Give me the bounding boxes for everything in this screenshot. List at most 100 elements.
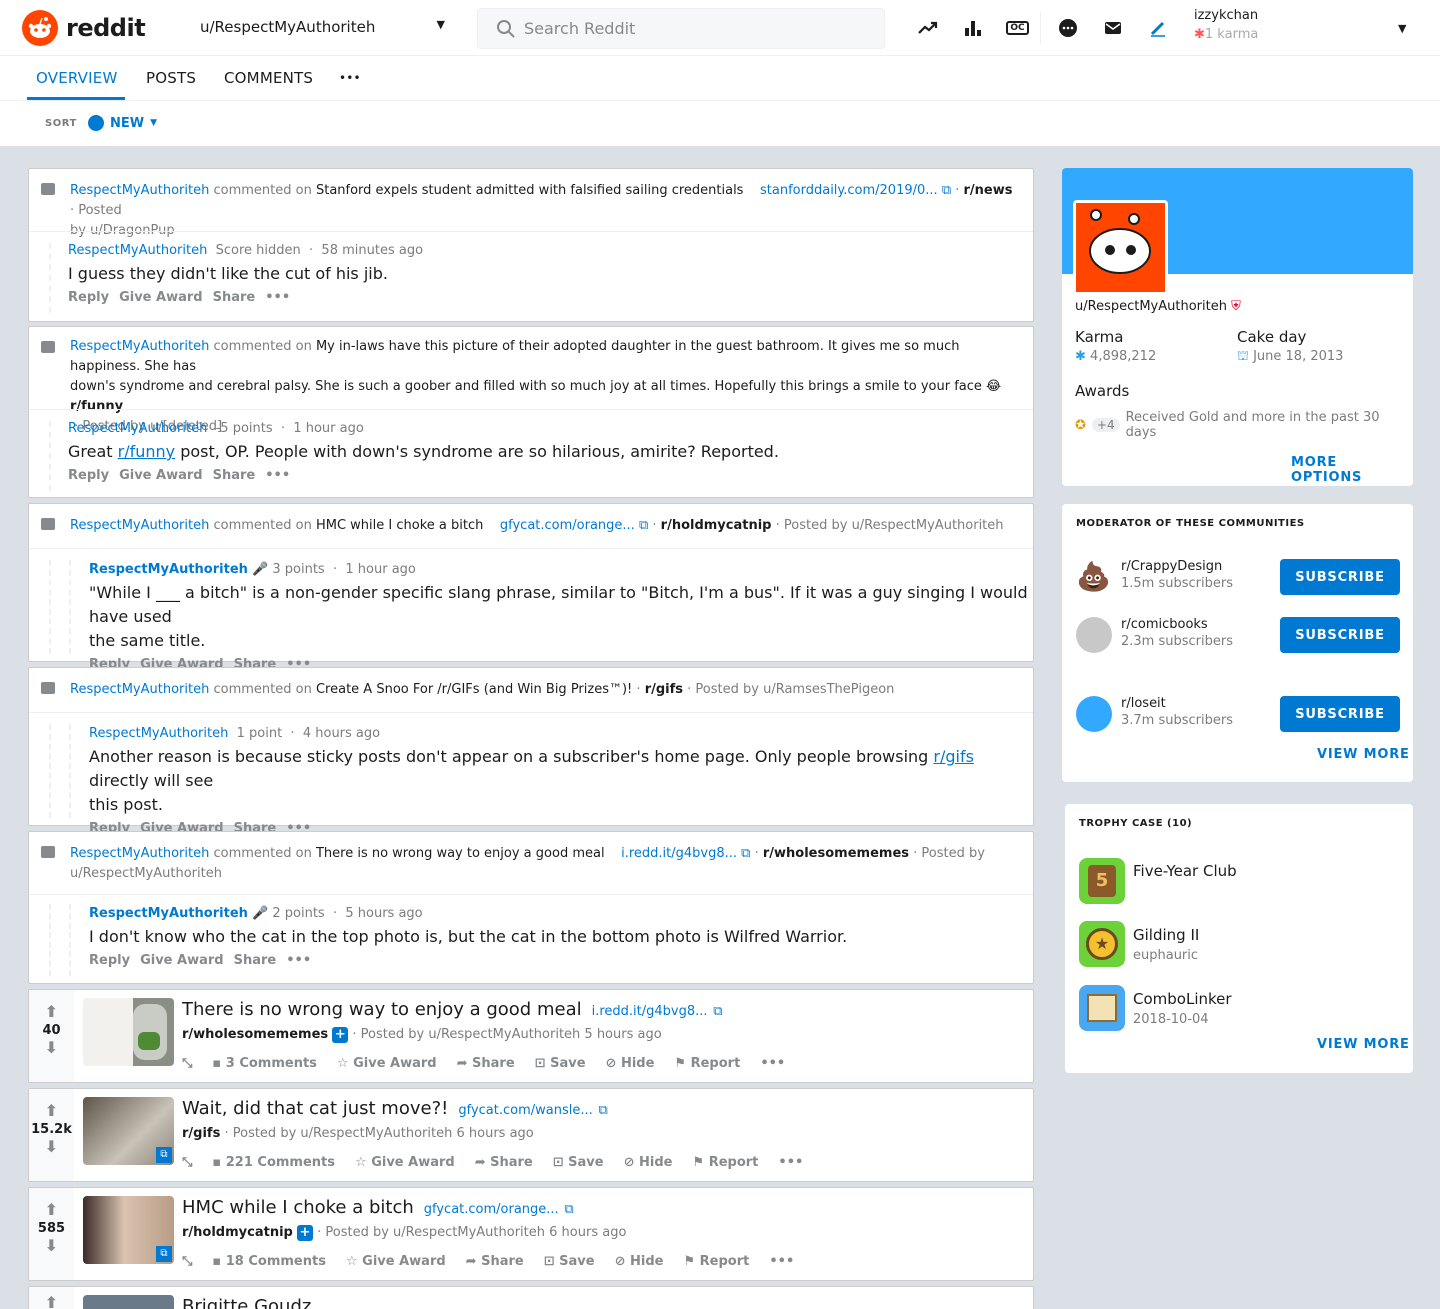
community-row[interactable]: r/loseit 3.7m subscribers	[1121, 696, 1233, 728]
post-card[interactable]: ⬆ 585 ⬇ ⧉ HMC while I choke a bitch gfyca…	[28, 1187, 1034, 1281]
more-options-button[interactable]: MORE OPTIONS	[1291, 455, 1413, 485]
comment-author[interactable]: RespectMyAuthoriteh	[89, 562, 248, 577]
context-posted-by[interactable]: u/RespectMyAuthoriteh	[70, 866, 222, 881]
post-title[interactable]: There is no wrong way to enjoy a good me…	[182, 999, 582, 1020]
more-button[interactable]: •••	[286, 953, 311, 968]
context-subreddit[interactable]: r/wholesomememes	[763, 846, 909, 861]
hide-button[interactable]: ⊘ Hide	[615, 1254, 664, 1269]
share-button[interactable]: Share	[213, 290, 256, 305]
pencil-icon[interactable]	[1135, 16, 1180, 40]
report-button[interactable]: ⚑ Report	[693, 1155, 759, 1170]
account-menu[interactable]: izzykchan ✱1 karma	[1194, 8, 1258, 42]
context-subreddit[interactable]: r/news	[964, 183, 1013, 198]
trending-icon[interactable]	[905, 16, 950, 40]
comment-author[interactable]: RespectMyAuthoriteh	[89, 906, 248, 921]
give-award-button[interactable]: Give Award	[140, 953, 224, 968]
share-button[interactable]: Share	[213, 468, 256, 483]
sort-dropdown[interactable]: NEW ▼	[88, 115, 157, 131]
more-button[interactable]: •••	[769, 1254, 794, 1269]
comment-author[interactable]: RespectMyAuthoriteh	[68, 243, 207, 258]
external-link-icon[interactable]: ⧉	[741, 846, 750, 861]
comment-card[interactable]: RespectMyAuthoriteh commented on There i…	[28, 831, 1034, 984]
context-post-title[interactable]: Stanford expels student admitted with fa…	[316, 183, 744, 198]
report-button[interactable]: ⚑ Report	[674, 1056, 740, 1071]
context-author[interactable]: RespectMyAuthoriteh	[70, 339, 209, 354]
post-thumbnail[interactable]	[83, 1295, 174, 1309]
upvote-icon[interactable]: ⬆	[29, 1002, 74, 1021]
reply-button[interactable]: Reply	[89, 953, 130, 968]
post-domain[interactable]: gfycat.com/orange...	[424, 1202, 559, 1217]
post-card[interactable]: ⬆ 15.2k ⬇ ⧉ Wait, did that cat just move…	[28, 1088, 1034, 1182]
oc-icon[interactable]: OC	[995, 16, 1040, 40]
more-button[interactable]: •••	[265, 290, 290, 305]
comment-card[interactable]: RespectMyAuthoriteh commented on HMC whi…	[28, 503, 1034, 672]
external-link-icon[interactable]: ⧉	[942, 183, 951, 198]
community-row[interactable]: r/CrappyDesign 1.5m subscribers	[1121, 559, 1233, 591]
join-icon[interactable]: +	[296, 1225, 313, 1241]
reply-button[interactable]: Reply	[68, 468, 109, 483]
post-card[interactable]: ⬆ 40 ⬇ There is no wrong way to enjoy a …	[28, 989, 1034, 1083]
post-subreddit[interactable]: r/wholesomememes	[182, 1027, 328, 1042]
upvote-icon[interactable]: ⬆	[29, 1293, 74, 1309]
context-domain[interactable]: i.redd.it/g4bvg8...	[621, 846, 737, 861]
external-link-icon[interactable]: ⧉	[639, 518, 648, 533]
context-author[interactable]: RespectMyAuthoriteh	[70, 183, 209, 198]
give-award-button[interactable]: Give Award	[119, 468, 203, 483]
post-thumbnail[interactable]	[83, 998, 174, 1066]
upvote-icon[interactable]: ⬆	[29, 1101, 74, 1120]
downvote-icon[interactable]: ⬇	[29, 1236, 74, 1255]
post-thumbnail[interactable]: ⧉	[83, 1196, 174, 1264]
context-post-title-cont[interactable]: down's syndrome and cerebral palsy. She …	[70, 379, 1001, 394]
post-title[interactable]: Wait, did that cat just move?!	[182, 1098, 448, 1119]
hide-button[interactable]: ⊘ Hide	[624, 1155, 673, 1170]
report-button[interactable]: ⚑ Report	[683, 1254, 749, 1269]
context-domain[interactable]: stanforddaily.com/2019/0...	[760, 183, 938, 198]
tab-posts[interactable]: POSTS	[146, 69, 196, 87]
give-award-button[interactable]: ☆ Give Award	[346, 1254, 446, 1269]
post-title[interactable]: HMC while I choke a bitch	[182, 1197, 414, 1218]
comment-author[interactable]: RespectMyAuthoriteh	[89, 726, 228, 741]
context-author[interactable]: RespectMyAuthoriteh	[70, 518, 209, 533]
subscribe-button[interactable]: SUBSCRIBE	[1280, 559, 1400, 595]
comments-button[interactable]: ▪ 221 Comments	[212, 1155, 335, 1170]
comment-author[interactable]: RespectMyAuthoriteh	[68, 421, 207, 436]
tab-overview[interactable]: OVERVIEW	[36, 69, 117, 87]
comment-card[interactable]: RespectMyAuthoriteh commented on Create …	[28, 667, 1034, 836]
external-link-icon[interactable]: ⧉	[564, 1202, 573, 1217]
view-more-button[interactable]: VIEW MORE	[1317, 747, 1410, 762]
downvote-icon[interactable]: ⬇	[29, 1137, 74, 1156]
subscribe-button[interactable]: SUBSCRIBE	[1280, 617, 1400, 653]
search-input[interactable]: Search Reddit	[477, 8, 885, 49]
save-button[interactable]: ⊡ Save	[553, 1155, 604, 1170]
post-subreddit[interactable]: r/holdmycatnip	[182, 1225, 293, 1240]
context-domain[interactable]: gfycat.com/orange...	[500, 518, 635, 533]
external-link-icon[interactable]: ⧉	[713, 1004, 722, 1019]
context-post-title[interactable]: HMC while I choke a bitch	[316, 518, 483, 533]
tab-comments[interactable]: COMMENTS	[224, 69, 313, 87]
context-post-title[interactable]: There is no wrong way to enjoy a good me…	[316, 846, 605, 861]
subreddit-link[interactable]: r/funny	[118, 442, 176, 461]
comments-button[interactable]: ▪ 18 Comments	[212, 1254, 326, 1269]
share-button[interactable]: Share	[234, 953, 277, 968]
more-button[interactable]: •••	[778, 1155, 803, 1170]
community-name[interactable]: r/comicbooks	[1121, 617, 1233, 632]
context-subreddit[interactable]: r/funny	[70, 399, 123, 414]
join-icon[interactable]: +	[332, 1027, 349, 1043]
post-title[interactable]: Brigitte Goudz	[182, 1296, 311, 1309]
give-award-button[interactable]: Give Award	[119, 290, 203, 305]
community-name[interactable]: r/loseit	[1121, 696, 1233, 711]
comment-card[interactable]: RespectMyAuthoriteh commented on Stanfor…	[28, 168, 1034, 322]
upvote-icon[interactable]: ⬆	[29, 1200, 74, 1219]
context-subreddit[interactable]: r/gifs	[645, 682, 683, 697]
profile-dropdown[interactable]: u/RespectMyAuthoriteh ▼	[200, 18, 445, 36]
save-button[interactable]: ⊡ Save	[535, 1056, 586, 1071]
external-link-icon[interactable]: ⧉	[598, 1103, 607, 1118]
context-subreddit[interactable]: r/holdmycatnip	[661, 518, 772, 533]
post-subreddit[interactable]: r/gifs	[182, 1126, 220, 1141]
more-button[interactable]: •••	[760, 1056, 785, 1071]
reddit-logo[interactable]: reddit	[22, 10, 146, 46]
reply-button[interactable]: Reply	[68, 290, 109, 305]
subscribe-button[interactable]: SUBSCRIBE	[1280, 696, 1400, 732]
community-row[interactable]: r/comicbooks 2.3m subscribers	[1121, 617, 1233, 649]
mail-icon[interactable]	[1090, 16, 1135, 40]
